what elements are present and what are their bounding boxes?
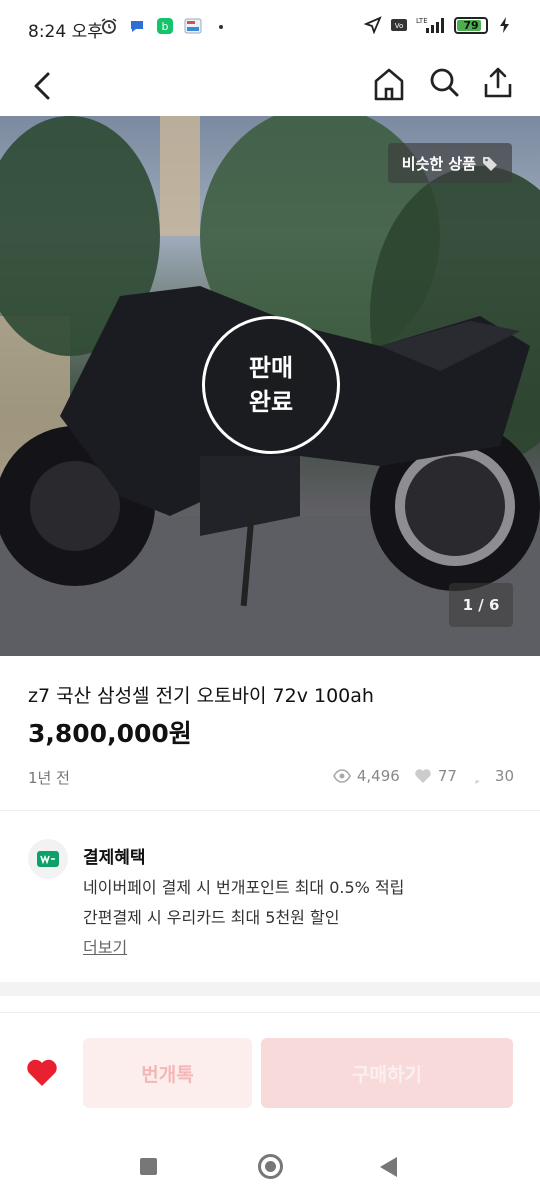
- similar-items-button[interactable]: 비슷한 상품: [387, 143, 512, 183]
- svg-text:LTE: LTE: [416, 17, 428, 25]
- product-meta: 1년 전 4,496 77 30: [28, 767, 514, 789]
- back-icon[interactable]: [26, 66, 62, 106]
- benefit-title: 결제혜택: [83, 848, 146, 868]
- heart-icon: [27, 1059, 57, 1086]
- section-divider: [0, 810, 540, 811]
- battery-indicator: 79: [454, 16, 488, 34]
- bottom-bar-divider: [0, 1012, 540, 1013]
- location-icon: [364, 16, 382, 34]
- charging-icon: [496, 16, 514, 34]
- buy-button[interactable]: 구매하기: [261, 1038, 513, 1108]
- home-icon[interactable]: [372, 66, 406, 102]
- benefit-naverpay-text: 네이버페이 결제 시 번개포인트 최대 0.5% 적립: [83, 878, 405, 897]
- product-price: 3,800,000원: [28, 719, 192, 748]
- chat-button[interactable]: 번개톡: [83, 1038, 252, 1108]
- status-notification-icons: b: [100, 17, 230, 35]
- system-nav-bar: [0, 1140, 540, 1200]
- tag-icon: [483, 157, 497, 171]
- product-stats: 4,496 77 30: [332, 767, 514, 785]
- eye-icon: [332, 767, 351, 785]
- volte-icon: Vo: [390, 16, 408, 34]
- search-icon[interactable]: [428, 66, 460, 98]
- benefit-card-text: 간편결제 시 우리카드 최대 5천원 할인: [83, 908, 340, 927]
- signal-icon: LTE: [416, 16, 446, 34]
- section-separator: [0, 982, 540, 996]
- top-nav: [0, 58, 540, 116]
- view-count: 4,496: [356, 767, 400, 785]
- sold-badge-line2: 완료: [248, 388, 294, 416]
- status-system-icons: Vo LTE 79: [364, 16, 514, 34]
- svg-text:Vo: Vo: [395, 22, 404, 30]
- like-heart-button[interactable]: [26, 1058, 58, 1088]
- alarm-icon: [100, 17, 118, 35]
- chat-count: 30: [494, 767, 514, 785]
- share-icon[interactable]: [482, 66, 514, 100]
- news-app-icon: [184, 17, 202, 35]
- product-title: z7 국산 삼성셀 전기 오토바이 72v 100ah: [28, 685, 374, 707]
- heart-outline-icon: [414, 767, 432, 785]
- app-b-icon: b: [156, 17, 174, 35]
- chat-bubble-icon: [471, 767, 489, 785]
- recent-apps-icon[interactable]: [140, 1158, 157, 1175]
- sold-badge-line1: 판매: [248, 354, 294, 382]
- home-button-icon[interactable]: [258, 1154, 283, 1179]
- svg-text:b: b: [162, 20, 169, 33]
- sold-out-badge: 판매 완료: [202, 316, 340, 454]
- message-icon: [128, 17, 146, 35]
- like-count: 77: [437, 767, 457, 785]
- photo-counter: 1 / 6: [449, 583, 513, 627]
- system-back-icon[interactable]: [380, 1157, 397, 1177]
- naverpay-icon: [28, 839, 68, 879]
- posted-time: 1년 전: [28, 769, 70, 787]
- more-dot-icon: [212, 17, 230, 35]
- status-bar: 8:24 오후 b Vo LTE 79: [0, 0, 540, 58]
- status-time: 8:24 오후: [28, 22, 103, 42]
- battery-level: 79: [463, 18, 479, 32]
- similar-items-label: 비슷한 상품: [401, 154, 476, 173]
- product-image[interactable]: 비슷한 상품 판매 완료 1 / 6: [0, 116, 540, 656]
- benefit-more-link[interactable]: 더보기: [83, 934, 127, 958]
